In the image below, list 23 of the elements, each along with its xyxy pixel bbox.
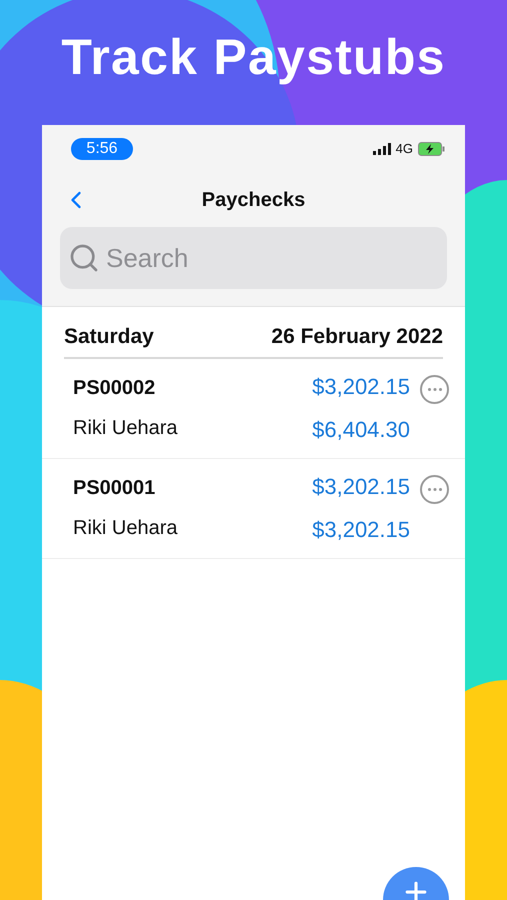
paycheck-amount: $3,202.15 [312,473,410,501]
employee-name: Riki Uehara [73,416,178,441]
paycheck-amount: $3,202.15 [312,373,410,401]
employee-name: Riki Uehara [73,516,178,541]
paycheck-id: PS00002 [73,376,156,401]
section-date: 26 February 2022 [271,324,443,350]
section-day: Saturday [64,321,154,352]
ellipsis-icon [428,388,442,390]
search-icon [68,242,100,274]
ellipsis-icon [428,488,442,490]
more-button[interactable] [420,374,449,404]
status-time: 5:56 [71,138,133,160]
search-field[interactable]: Search [60,227,447,289]
more-button[interactable] [420,474,449,504]
network-label: 4G [396,140,413,158]
paycheck-row[interactable]: PS00002 Riki Uehara $3,202.15 $6,404.30 [42,358,465,458]
battery-charging-icon [418,142,445,156]
paycheck-id: PS00001 [73,476,156,501]
paycheck-total: $6,404.30 [312,416,410,444]
signal-icon [372,143,391,155]
paycheck-total: $3,202.15 [312,516,410,544]
nav-title: Paychecks [202,188,306,213]
paycheck-row[interactable]: PS00001 Riki Uehara $3,202.15 $3,202.15 [42,458,465,558]
